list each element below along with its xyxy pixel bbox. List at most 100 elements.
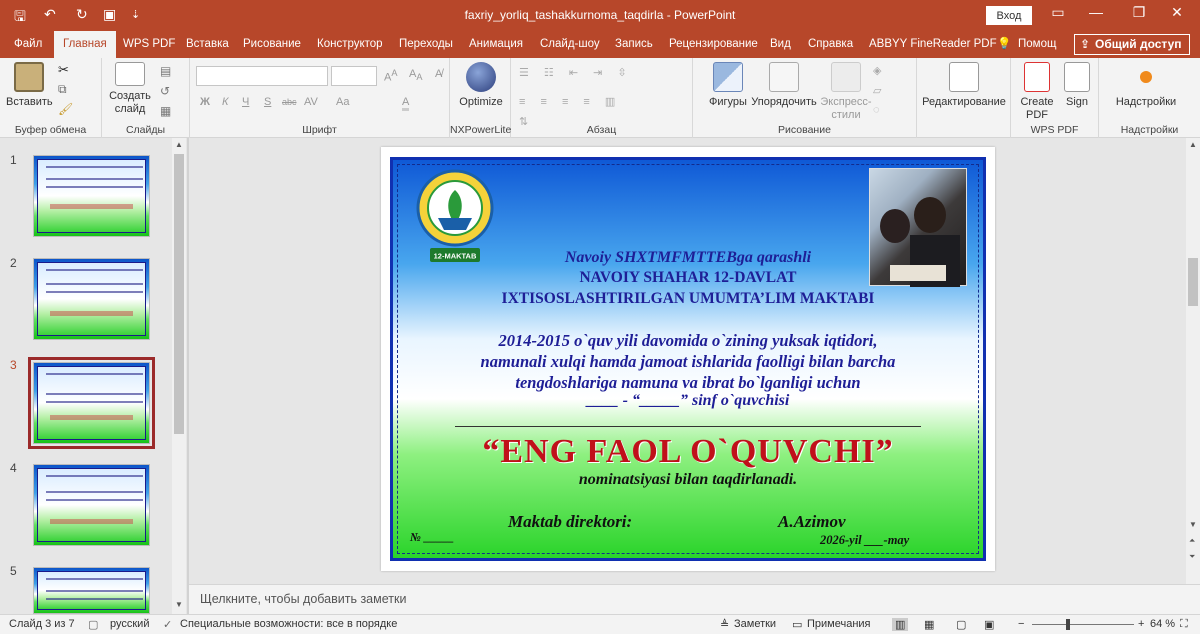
comments-toggle[interactable]: Примечания: [807, 618, 871, 630]
group-label-wps-pdf: WPS PDF: [1030, 124, 1079, 136]
font-color-button[interactable]: A: [402, 96, 410, 111]
zoom-out-icon[interactable]: −: [1018, 618, 1024, 630]
list-buttons[interactable]: ☰ ☷ ⇤ ⇥ ⇳: [519, 66, 633, 79]
scroll-up-icon[interactable]: ▲: [175, 140, 183, 149]
font-shrink-icon[interactable]: AA: [409, 68, 422, 82]
sign-button[interactable]: Sign: [1059, 62, 1095, 109]
slide-thumbnail-5[interactable]: [33, 567, 150, 614]
share-button[interactable]: ⇪ Общий доступ: [1074, 34, 1190, 55]
comments-icon[interactable]: ▭: [792, 618, 802, 631]
normal-view-icon[interactable]: ▥: [892, 618, 909, 631]
accessibility-icon[interactable]: ✓: [163, 618, 172, 631]
tab-design[interactable]: Конструктор: [317, 31, 383, 58]
notes-toggle[interactable]: Заметки: [734, 618, 776, 630]
shape-effects-icon[interactable]: ◌: [873, 104, 880, 116]
thumbnails-scroll-thumb[interactable]: [174, 154, 184, 434]
font-name-field[interactable]: [196, 66, 328, 86]
find-icon: [949, 62, 979, 92]
notes-toggle-icon[interactable]: ≜: [720, 618, 729, 631]
strikethrough-button[interactable]: abc: [282, 97, 297, 107]
addins-button[interactable]: Надстройки: [1105, 62, 1187, 109]
underline-button[interactable]: Ч: [242, 96, 249, 108]
paste-button[interactable]: Вставить: [6, 62, 53, 109]
accessibility-status[interactable]: Специальные возможности: все в порядке: [180, 618, 397, 630]
tab-file[interactable]: Файл: [14, 31, 42, 58]
tab-record[interactable]: Запись: [615, 31, 653, 58]
slide-scrollbar[interactable]: ▲ ▼ ⏶ ⏷: [1186, 138, 1200, 584]
tab-view[interactable]: Вид: [770, 31, 791, 58]
thumb-number: 1: [10, 153, 17, 167]
ribbon-display-icon[interactable]: ▭: [1043, 4, 1073, 21]
tab-review[interactable]: Рецензирование: [669, 31, 758, 58]
previous-slide-icon[interactable]: ⏶: [1189, 536, 1195, 546]
tab-draw[interactable]: Рисование: [243, 31, 301, 58]
quick-styles-label-1: Экспресс-: [820, 96, 872, 108]
layout-icon[interactable]: ▤: [160, 64, 171, 78]
cert-line-1: Navoiy SHXTMFMTTEBga qarashli: [564, 249, 812, 266]
language-indicator[interactable]: русский: [110, 618, 149, 630]
spelling-icon[interactable]: ▢: [88, 618, 98, 631]
shapes-button[interactable]: Фигуры: [701, 62, 755, 109]
pdf-icon: [1024, 62, 1050, 92]
tab-animations[interactable]: Анимация: [469, 31, 523, 58]
new-slide-button[interactable]: Создать слайд: [108, 62, 152, 116]
editing-button[interactable]: Редактирование: [921, 62, 1007, 109]
slide-thumbnail-3[interactable]: [28, 357, 155, 449]
slide-scroll-thumb[interactable]: [1188, 258, 1198, 306]
reading-view-icon[interactable]: ▢: [956, 618, 966, 631]
tab-abbyy[interactable]: ABBYY FineReader PDF: [869, 31, 997, 58]
slide-thumbnail-1[interactable]: [33, 155, 150, 237]
zoom-slider-handle[interactable]: [1066, 619, 1070, 630]
tab-help[interactable]: Справка: [808, 31, 853, 58]
change-case-button[interactable]: Aa: [336, 96, 349, 108]
lightbulb-icon[interactable]: 💡: [997, 31, 1011, 58]
scroll-down-icon[interactable]: ▼: [175, 600, 183, 609]
zoom-level[interactable]: 64 %: [1150, 618, 1175, 630]
slideshow-view-icon[interactable]: ▣: [984, 618, 994, 631]
slide-thumbnail-4[interactable]: [33, 464, 150, 546]
sorter-view-icon[interactable]: ▦: [924, 618, 934, 631]
reset-icon[interactable]: ↺: [160, 84, 170, 98]
minimize-icon[interactable]: —: [1081, 4, 1111, 20]
maximize-icon[interactable]: ❐: [1124, 4, 1154, 21]
next-slide-icon[interactable]: ⏷: [1189, 552, 1195, 562]
optimize-label: Optimize: [459, 96, 503, 108]
copy-icon[interactable]: ⧉: [58, 82, 67, 97]
tab-slideshow[interactable]: Слайд-шоу: [540, 31, 600, 58]
shadow-button[interactable]: S: [264, 96, 271, 108]
shape-outline-icon[interactable]: ▱: [873, 84, 881, 97]
optimize-button[interactable]: Optimize: [454, 62, 508, 109]
align-buttons[interactable]: ≡ ≡ ≡ ≡ ▥: [519, 95, 621, 108]
login-button[interactable]: Вход: [986, 6, 1032, 25]
bold-button[interactable]: Ж: [200, 96, 210, 108]
arrange-button[interactable]: Упорядочить: [749, 62, 819, 109]
zoom-in-icon[interactable]: +: [1138, 618, 1144, 630]
thumbnails-scrollbar[interactable]: ▲ ▼: [172, 138, 186, 614]
create-pdf-button[interactable]: Create PDF: [1017, 62, 1057, 122]
slide-thumbnail-2[interactable]: [33, 258, 150, 340]
font-size-field[interactable]: [331, 66, 377, 86]
italic-button[interactable]: К: [222, 96, 228, 108]
spacing-button[interactable]: AV: [304, 96, 318, 108]
scroll-up-icon[interactable]: ▲: [1189, 140, 1197, 149]
font-grow-icon[interactable]: AA: [384, 68, 397, 84]
tab-home[interactable]: Главная: [54, 31, 116, 58]
section-icon[interactable]: ▦: [160, 104, 171, 118]
zoom-slider[interactable]: [1032, 624, 1134, 625]
fit-slide-icon[interactable]: ⛶: [1180, 618, 1188, 631]
group-clipboard: Вставить ✂ ⧉ 🖌 Буфер обмена: [0, 58, 102, 138]
tab-wps-pdf[interactable]: WPS PDF: [123, 31, 175, 58]
cut-icon[interactable]: ✂: [58, 62, 69, 78]
tab-insert[interactable]: Вставка: [186, 31, 229, 58]
cert-line-3: IXTISOSLASHTIRILGAN UMUMTA’LIM MAKTABI: [501, 290, 875, 307]
notes-pane[interactable]: Щелкните, чтобы добавить заметки: [189, 584, 1200, 614]
format-painter-icon[interactable]: 🖌: [58, 102, 73, 116]
clear-format-icon[interactable]: A̸: [435, 68, 442, 80]
shape-fill-icon[interactable]: ◈: [873, 64, 881, 77]
tab-tell-me[interactable]: Помощ: [1018, 31, 1056, 58]
scroll-down-icon[interactable]: ▼: [1189, 520, 1197, 529]
quick-styles-button[interactable]: Экспресс- стили: [817, 62, 875, 122]
close-icon[interactable]: ✕: [1162, 4, 1192, 21]
group-nxpowerlite: Optimize NXPowerLite: [450, 58, 511, 138]
tab-transitions[interactable]: Переходы: [399, 31, 453, 58]
